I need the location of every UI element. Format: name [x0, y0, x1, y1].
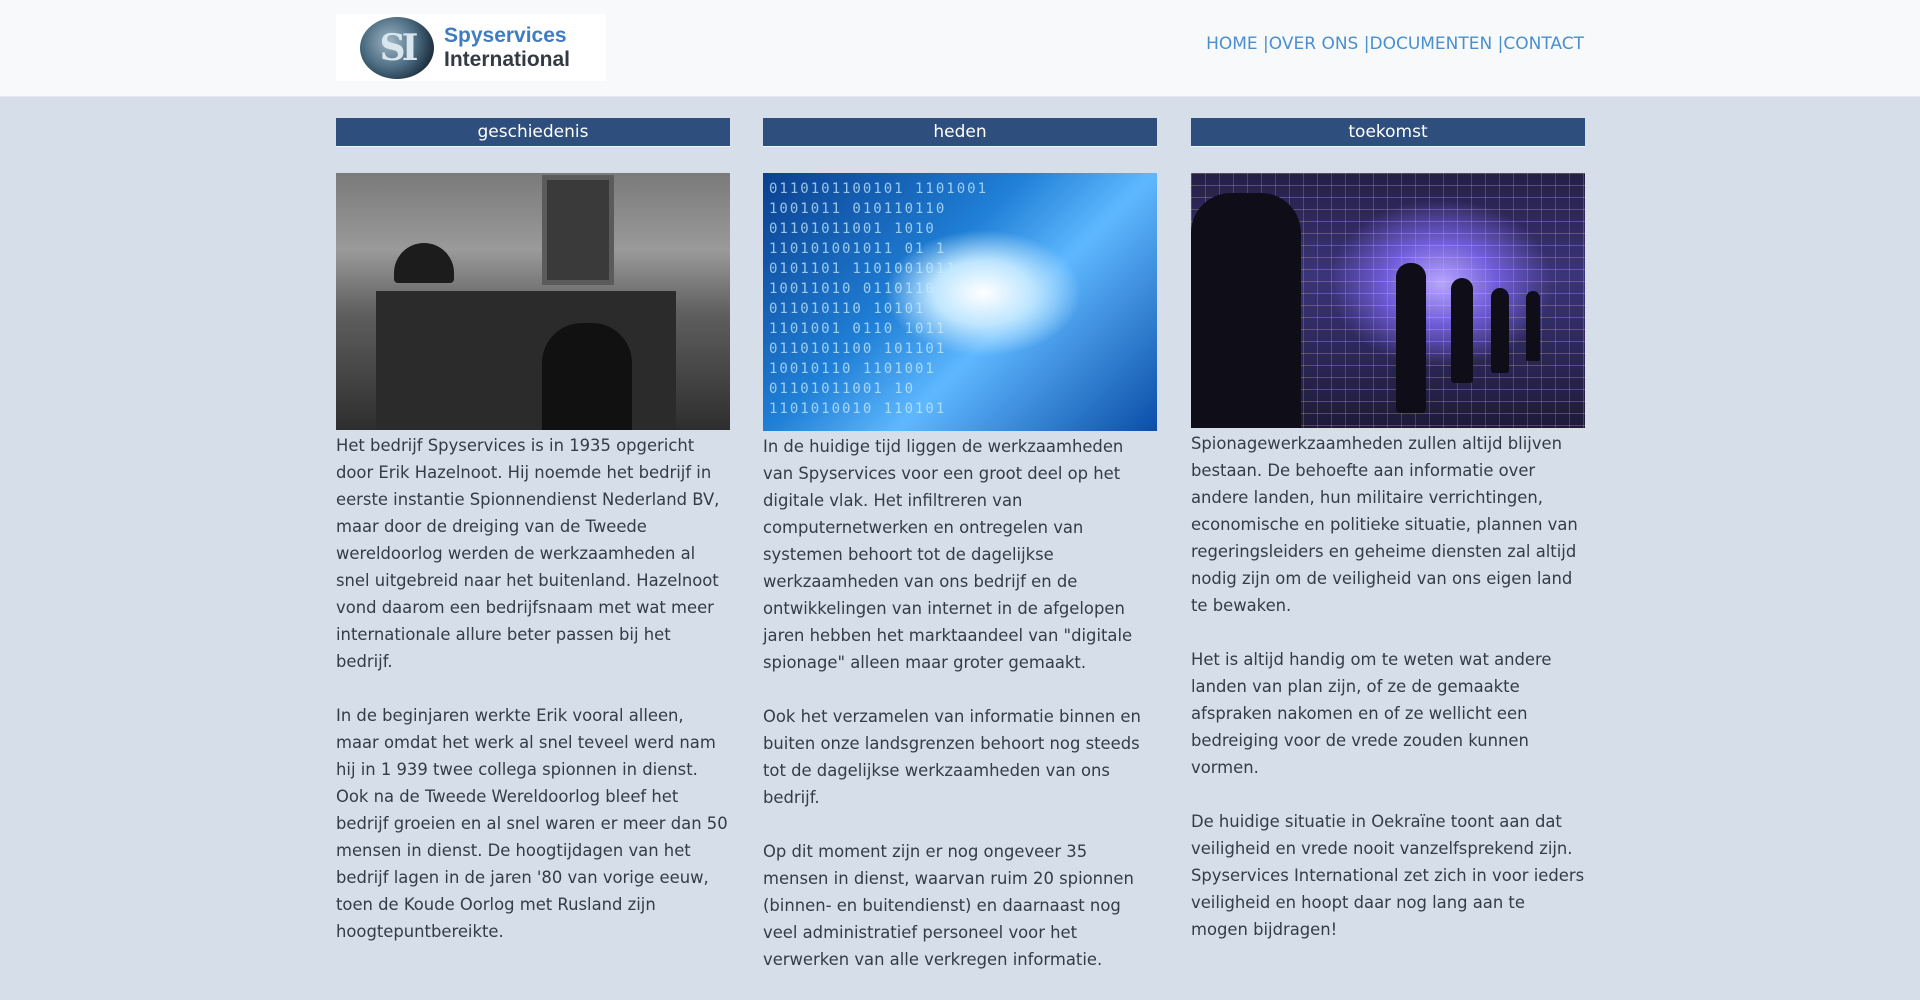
- office-desk-photo: [336, 173, 730, 430]
- paragraph: Op dit moment zijn er nog ongeveer 35 me…: [763, 842, 1134, 969]
- digital-binary-photo: 0110101100101 1101001 1001011 010110110 …: [763, 173, 1157, 431]
- futuristic-data-room-photo: [1191, 173, 1585, 428]
- person-silhouette: [1191, 193, 1301, 428]
- site-logo[interactable]: SI Spyservices International: [336, 14, 606, 81]
- nav-contact[interactable]: CONTACT: [1503, 34, 1584, 54]
- paragraph: Ook het verzamelen van informatie binnen…: [763, 707, 1141, 807]
- column-heading: heden: [763, 118, 1157, 147]
- logo-emblem-icon: SI: [360, 16, 434, 79]
- portrait-frame: [542, 175, 614, 285]
- paragraph: Het is altijd handig om te weten wat and…: [1191, 650, 1552, 777]
- person-silhouette: [1491, 288, 1509, 373]
- column-toekomst: toekomst Spionagewerkzaamheden zullen al…: [1191, 118, 1585, 970]
- column-text: Spionagewerkzaamheden zullen altijd blij…: [1191, 430, 1585, 943]
- person-silhouette: [1526, 291, 1540, 361]
- paragraph: Het bedrijf Spyservices is in 1935 opger…: [336, 436, 720, 671]
- logo-emblem-text: SI: [379, 26, 419, 69]
- main-nav: HOME | OVER ONS | DOCUMENTEN | CONTACT: [1206, 34, 1584, 54]
- logo-line-2: International: [444, 47, 571, 71]
- site-header: SI Spyservices International HOME | OVER…: [0, 0, 1920, 97]
- paragraph: Spionagewerkzaamheden zullen altijd blij…: [1191, 434, 1578, 615]
- person-silhouette: [1451, 278, 1473, 383]
- nav-home[interactable]: HOME |: [1206, 34, 1269, 54]
- logo-wordmark: Spyservices International: [444, 24, 570, 72]
- column-heading: geschiedenis: [336, 118, 730, 147]
- column-text: In de huidige tijd liggen de werkzaamhed…: [763, 433, 1157, 973]
- paragraph: In de huidige tijd liggen de werkzaamhed…: [763, 437, 1133, 672]
- column-text: Het bedrijf Spyservices is in 1935 opger…: [336, 432, 730, 945]
- column-geschiedenis: geschiedenis Het bedrijf Spyservices is …: [336, 118, 730, 972]
- column-heden: heden 0110101100101 1101001 1001011 0101…: [763, 118, 1157, 1000]
- paragraph: De huidige situatie in Oekraïne toont aa…: [1191, 812, 1585, 939]
- nav-over-ons[interactable]: OVER ONS |: [1269, 34, 1370, 54]
- desk-lamp: [394, 243, 454, 283]
- column-heading: toekomst: [1191, 118, 1585, 147]
- person-silhouette: [1396, 263, 1426, 413]
- nav-documenten[interactable]: DOCUMENTEN |: [1369, 34, 1503, 54]
- logo-line-1: Spyservices: [444, 23, 567, 47]
- man-with-hat: [542, 323, 632, 430]
- paragraph: In de beginjaren werkte Erik vooral alle…: [336, 706, 728, 941]
- binary-code-pattern: 0110101100101 1101001 1001011 010110110 …: [769, 181, 989, 417]
